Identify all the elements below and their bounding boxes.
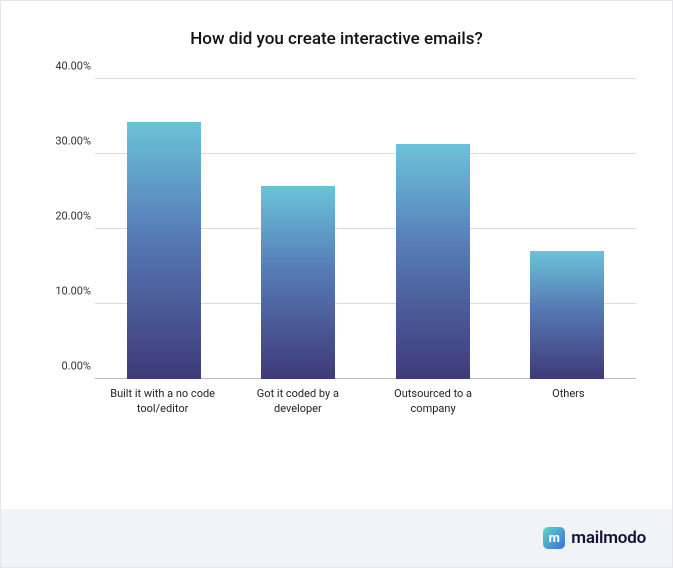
chart-area: How did you create interactive emails? 4… — [1, 1, 672, 509]
bar-slot — [239, 79, 357, 379]
bar-slot — [105, 79, 223, 379]
y-tick-label: 30.00% — [55, 135, 91, 148]
y-tick-label: 0.00% — [61, 360, 91, 373]
brand-logo-mark-icon: m — [543, 527, 565, 549]
x-tick-label: Got it coded by a developer — [238, 387, 357, 417]
bar-slot — [508, 79, 626, 379]
bar — [127, 122, 201, 379]
bar — [396, 144, 470, 380]
x-labels: Built it with a no code tool/editor Got … — [95, 387, 636, 417]
chart-card: How did you create interactive emails? 4… — [0, 0, 673, 568]
chart-title: How did you create interactive emails? — [37, 29, 636, 49]
plot-grid: 40.00% 30.00% 20.00% 10.00% 0.00% — [95, 79, 636, 379]
bar — [530, 251, 604, 379]
x-tick-label: Outsourced to a company — [374, 387, 493, 417]
brand-logo-text: mailmodo — [571, 528, 646, 548]
y-tick-label: 10.00% — [55, 285, 91, 298]
x-tick-label: Others — [509, 387, 628, 417]
brand-logo-glyph: m — [549, 531, 560, 546]
bar — [261, 186, 335, 379]
x-tick-label: Built it with a no code tool/editor — [103, 387, 222, 417]
brand-logo: m mailmodo — [543, 527, 646, 549]
footer: m mailmodo — [1, 509, 672, 567]
plot: 40.00% 30.00% 20.00% 10.00% 0.00% — [37, 79, 636, 499]
bar-slot — [374, 79, 492, 379]
y-tick-label: 40.00% — [55, 60, 91, 73]
y-tick-label: 20.00% — [55, 210, 91, 223]
bars-container — [95, 79, 636, 379]
